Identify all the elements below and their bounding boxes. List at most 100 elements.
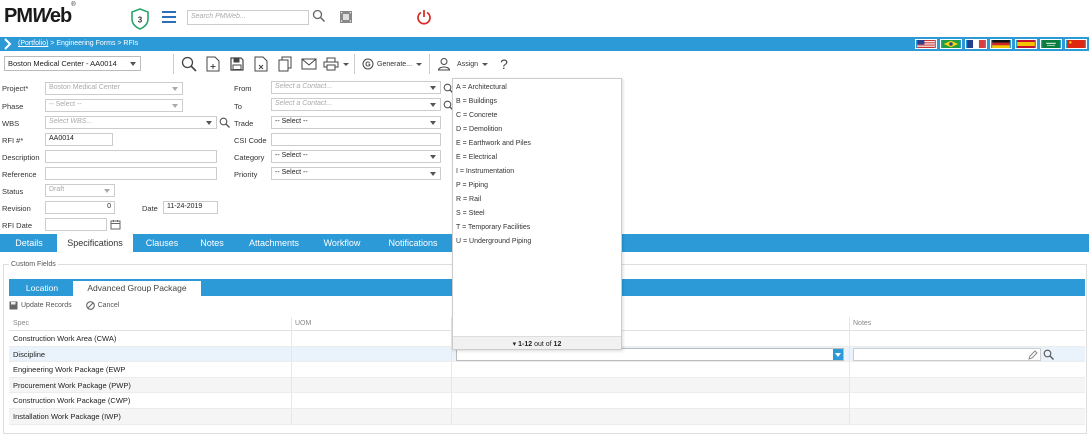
chevron-down-icon (430, 155, 436, 159)
us-flag-icon[interactable] (915, 39, 937, 49)
rfi-number-label: RFI #* (2, 136, 24, 145)
rfi-number-input[interactable]: AA0014 (45, 133, 113, 146)
help-button[interactable]: ? (492, 53, 516, 75)
calendar-icon[interactable] (110, 219, 121, 230)
tab-clauses[interactable]: Clauses (137, 234, 187, 252)
rfi-date-label: RFI Date (2, 221, 33, 230)
new-document-icon (206, 56, 220, 72)
new-record-button[interactable] (201, 53, 225, 75)
chevron-down-icon (104, 189, 110, 193)
revision-input[interactable]: 0 (45, 201, 115, 214)
germany-flag-icon[interactable] (990, 39, 1012, 49)
chevron-right-icon[interactable] (4, 38, 12, 50)
tab-workflow[interactable]: Workflow (313, 234, 371, 252)
power-icon[interactable] (416, 9, 432, 25)
priority-select-value: -- Select -- (275, 169, 308, 176)
tab-notes[interactable]: Notes (190, 234, 234, 252)
tab-specifications[interactable]: Specifications (57, 234, 133, 252)
china-flag-icon[interactable] (1065, 39, 1087, 49)
cancel-icon (85, 300, 95, 310)
spec-cell: Engineering Work Package (EWP (13, 365, 126, 375)
generate-button[interactable]: G Generate... (358, 53, 426, 75)
table-row[interactable]: Procurement Work Package (PWP) (9, 377, 1085, 394)
tab-notifications[interactable]: Notifications (374, 234, 452, 252)
dropdown-option[interactable]: S = Steel (456, 210, 485, 217)
project-selector[interactable]: Boston Medical Center - AA0014 (4, 56, 141, 71)
column-spec: Spec (13, 320, 29, 327)
dropdown-option[interactable]: C = Concrete (456, 112, 497, 119)
breadcrumb-portfolio-link[interactable]: (Portfolio) (18, 40, 48, 47)
wbs-select[interactable]: Select WBS... (45, 116, 217, 129)
priority-label: Priority (234, 170, 258, 179)
priority-select[interactable]: -- Select -- (271, 167, 441, 180)
from-select[interactable]: Select a Contact... (271, 81, 441, 94)
column-uom: UOM (295, 320, 312, 327)
edit-icon[interactable] (1028, 349, 1038, 360)
france-flag-icon[interactable] (965, 39, 987, 49)
category-select[interactable]: -- Select -- (271, 150, 441, 163)
to-select[interactable]: Select a Contact... (271, 98, 441, 111)
delete-icon (254, 56, 268, 72)
generate-icon: G (362, 58, 374, 70)
csi-code-label: CSI Code (234, 136, 267, 145)
dropdown-option[interactable]: D = Demolition (456, 126, 502, 133)
rfi-date-input[interactable] (45, 218, 107, 231)
search-icon[interactable] (312, 9, 326, 23)
dropdown-option[interactable]: P = Piping (456, 182, 488, 189)
shield-icon[interactable]: 3 (130, 8, 150, 30)
hamburger-icon[interactable] (162, 11, 176, 23)
update-records-button[interactable]: Update Records (9, 301, 72, 310)
phase-select[interactable]: -- Select -- (45, 99, 183, 112)
chevron-down-icon[interactable] (833, 348, 843, 360)
email-button[interactable] (297, 53, 321, 75)
assign-label: Assign (457, 60, 479, 68)
spain-flag-icon[interactable] (1015, 39, 1037, 49)
tab-details[interactable]: Details (4, 234, 54, 252)
subtab-location[interactable]: Location (15, 281, 69, 296)
to-placeholder: Select a Contact... (275, 100, 333, 107)
notes-search-icon[interactable] (1043, 349, 1054, 360)
search-input[interactable]: Search PMWeb... (187, 10, 309, 25)
csi-code-input[interactable] (271, 133, 441, 146)
svg-text:G: G (365, 62, 371, 69)
film-icon[interactable] (339, 10, 353, 24)
copy-button[interactable] (273, 53, 297, 75)
date-label: Date (142, 204, 158, 213)
dropdown-option[interactable]: T = Temporary Facilities (456, 224, 530, 231)
trade-select[interactable]: -- Select -- (271, 116, 441, 129)
to-label: To (234, 102, 242, 111)
date-input[interactable]: 11-24-2019 (163, 201, 218, 214)
cancel-label: Cancel (97, 301, 120, 309)
pmweb-logo[interactable]: PMWeb® (4, 2, 76, 28)
search-record-button[interactable] (177, 53, 201, 75)
tab-attachments[interactable]: Attachments (238, 234, 310, 252)
table-row[interactable]: Installation Work Package (IWP) (9, 408, 1085, 425)
print-button[interactable] (321, 53, 351, 75)
reference-input[interactable] (45, 167, 217, 180)
cancel-button[interactable]: Cancel (85, 300, 120, 310)
assign-button[interactable]: Assign (433, 53, 492, 75)
dropdown-option[interactable]: E = Earthwork and Piles (456, 140, 531, 147)
dropdown-option[interactable]: A = Architectural (456, 84, 507, 91)
wbs-search-icon[interactable] (219, 117, 230, 128)
save-button[interactable] (225, 53, 249, 75)
dropdown-option[interactable]: I = Instrumentation (456, 168, 514, 175)
from-placeholder: Select a Contact... (275, 83, 333, 90)
delete-button[interactable] (249, 53, 273, 75)
dropdown-option[interactable]: R = Rail (456, 196, 481, 203)
breadcrumb: (Portfolio) > Engineering Forms > RFIs (18, 40, 138, 47)
chevron-down-icon (130, 62, 136, 66)
dropdown-option[interactable]: U = Underground Piping (456, 238, 531, 245)
brazil-flag-icon[interactable] (940, 39, 962, 49)
notes-input[interactable] (853, 347, 1041, 361)
table-row[interactable]: Construction Work Package (CWP) (9, 393, 1085, 409)
saudi-arabia-flag-icon[interactable] (1040, 39, 1062, 49)
subtab-advanced-group-package[interactable]: Advanced Group Package (73, 281, 201, 296)
spec-cell: Construction Work Package (CWP) (13, 396, 131, 406)
pager-arrow-icon[interactable]: ▾ (513, 341, 517, 348)
dropdown-option[interactable]: B = Buildings (456, 98, 497, 105)
description-input[interactable] (45, 150, 217, 163)
table-row[interactable]: Engineering Work Package (EWP (9, 362, 1085, 378)
dropdown-pager: ▾ 1-12 out of 12 (453, 336, 621, 349)
dropdown-option[interactable]: E = Electrical (456, 154, 497, 161)
